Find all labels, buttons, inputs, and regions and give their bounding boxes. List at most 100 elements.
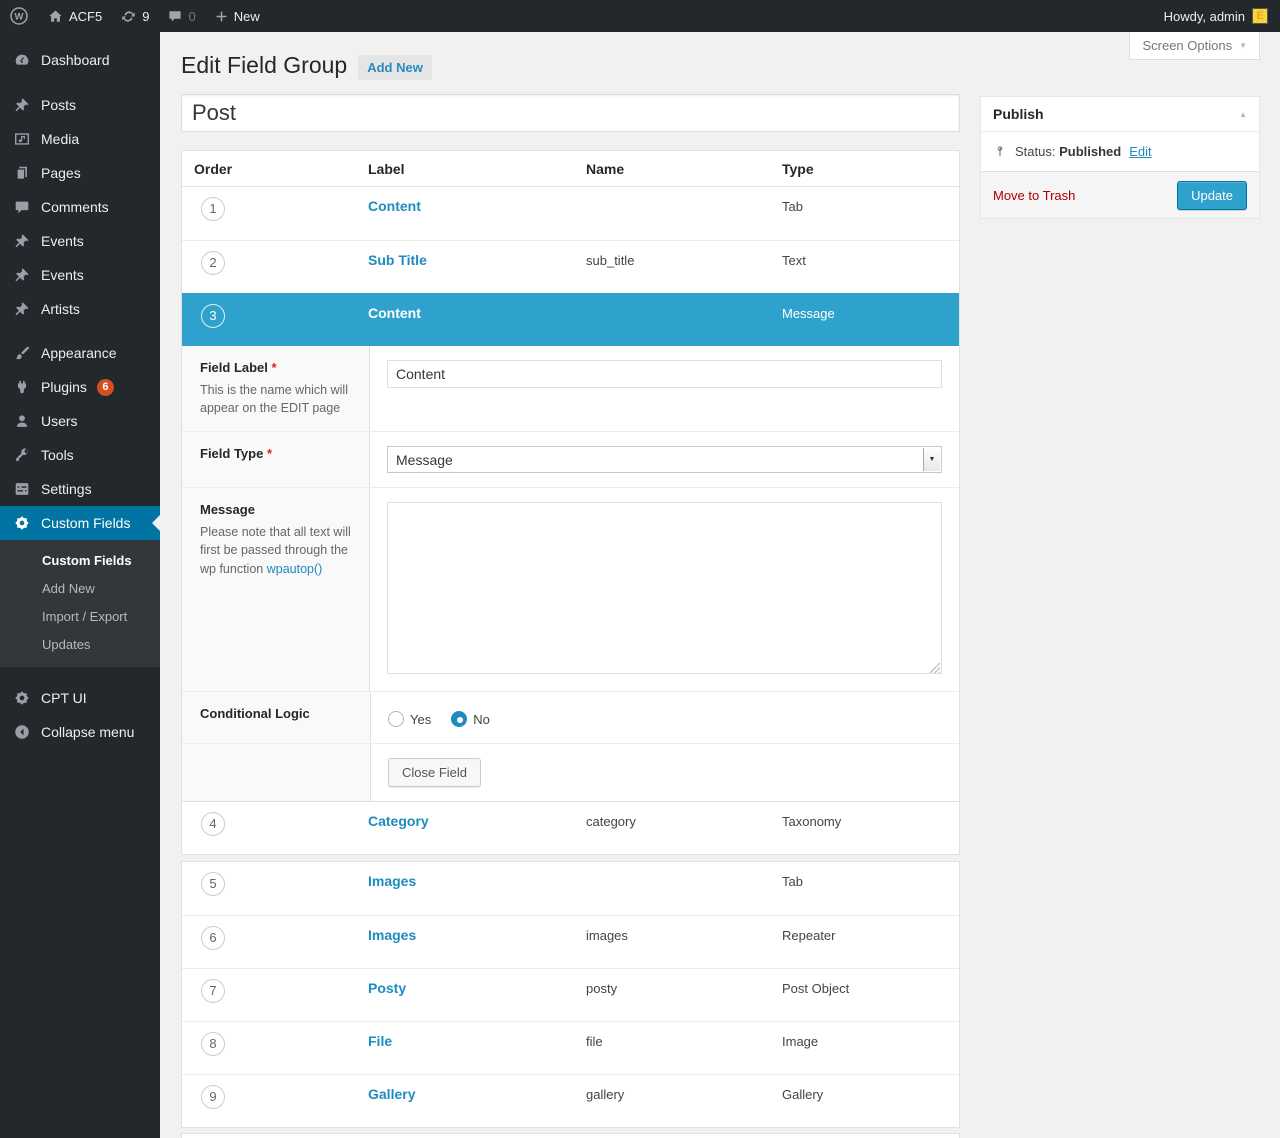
submenu-item-import-export[interactable]: Import / Export xyxy=(0,603,160,631)
field-type-cell: Tab xyxy=(782,187,959,240)
site-name-menu[interactable]: ACF5 xyxy=(38,0,111,32)
sidebar-item-posts[interactable]: Posts xyxy=(0,88,160,122)
move-to-trash-link[interactable]: Move to Trash xyxy=(993,188,1075,203)
field-order-handle[interactable]: 1 xyxy=(201,197,225,221)
submenu-item-custom-fields[interactable]: Custom Fields xyxy=(0,547,160,575)
field-row-6: 6 Images images Repeater xyxy=(182,915,959,968)
collapse-menu-button[interactable]: Collapse menu xyxy=(0,715,160,749)
account-menu[interactable]: Howdy, admin E xyxy=(1152,0,1280,32)
conditional-logic-yes-radio[interactable]: Yes xyxy=(388,711,431,727)
sidebar-item-events-2[interactable]: Events xyxy=(0,258,160,292)
field-label-link[interactable]: Sub Title xyxy=(368,252,427,268)
collapse-arrow-icon xyxy=(13,723,31,741)
sidebar-item-tools[interactable]: Tools xyxy=(0,438,160,472)
sidebar-item-cpt-ui[interactable]: CPT UI xyxy=(0,681,160,715)
comment-bubble-icon xyxy=(13,198,31,216)
add-new-button[interactable]: Add New xyxy=(358,55,432,80)
sidebar-item-artists[interactable]: Artists xyxy=(0,292,160,326)
field-label-link[interactable]: Images xyxy=(368,927,416,943)
publish-box: Publish ▲ Status: Published Edit xyxy=(980,96,1260,219)
message-textarea[interactable] xyxy=(387,502,942,674)
field-group-title-input[interactable] xyxy=(181,94,960,132)
howdy-text: Howdy, admin xyxy=(1164,9,1245,24)
column-header-type: Type xyxy=(782,161,959,177)
sidebar-item-media[interactable]: Media xyxy=(0,122,160,156)
next-section-partial xyxy=(181,1133,960,1138)
field-order-handle[interactable]: 3 xyxy=(201,304,225,328)
close-field-row-spacer xyxy=(182,744,371,801)
status-value: Published xyxy=(1059,144,1121,159)
sidebar-item-plugins[interactable]: Plugins 6 xyxy=(0,370,160,404)
field-row-5: 5 Images Tab xyxy=(182,862,959,915)
conditional-logic-no-radio[interactable]: No xyxy=(451,711,490,727)
updates-menu[interactable]: 9 xyxy=(111,0,158,32)
comments-menu[interactable]: 0 xyxy=(158,0,204,32)
sidebar-item-comments[interactable]: Comments xyxy=(0,190,160,224)
fields-table: Order Label Name Type 1 Content Tab 2 Su… xyxy=(181,150,960,855)
field-order-handle[interactable]: 4 xyxy=(201,812,225,836)
field-label-link[interactable]: File xyxy=(368,1033,392,1049)
sidebar-item-settings[interactable]: Settings xyxy=(0,472,160,506)
home-icon xyxy=(47,8,64,25)
pin-icon xyxy=(13,232,31,250)
select-dropdown-arrow-icon: ▼ xyxy=(923,448,940,471)
new-content-menu[interactable]: New xyxy=(205,0,269,32)
gear-icon xyxy=(13,514,31,532)
wordpress-logo-menu[interactable]: W xyxy=(0,0,38,32)
sidebar-item-pages[interactable]: Pages xyxy=(0,156,160,190)
close-field-button[interactable]: Close Field xyxy=(388,758,481,787)
sidebar-item-users[interactable]: Users xyxy=(0,404,160,438)
field-order-handle[interactable]: 5 xyxy=(201,872,225,896)
comment-bubble-icon xyxy=(167,8,183,24)
status-pin-icon xyxy=(993,144,1007,159)
field-type-cell: Taxonomy xyxy=(782,802,959,854)
brush-icon xyxy=(13,344,31,362)
field-order-handle[interactable]: 6 xyxy=(201,926,225,950)
field-row-7: 7 Posty posty Post Object xyxy=(182,968,959,1021)
conditional-logic-setting-label: Conditional Logic xyxy=(182,692,371,743)
field-label-link[interactable]: Gallery xyxy=(368,1086,415,1102)
wordpress-logo-icon: W xyxy=(9,6,29,26)
edit-status-link[interactable]: Edit xyxy=(1129,144,1151,159)
plugin-icon xyxy=(13,378,31,396)
pages-icon xyxy=(13,164,31,182)
admin-bar: W ACF5 9 0 New Howdy, admin E xyxy=(0,0,1280,32)
new-label: New xyxy=(234,9,260,24)
pin-icon xyxy=(13,300,31,318)
sidebar-item-custom-fields[interactable]: Custom Fields xyxy=(0,506,160,540)
sidebar-item-appearance[interactable]: Appearance xyxy=(0,336,160,370)
field-type-cell: Gallery xyxy=(782,1075,959,1127)
collapse-toggle-icon[interactable]: ▲ xyxy=(1239,110,1247,119)
screen-options-tab[interactable]: Screen Options ▼ xyxy=(1129,32,1260,60)
field-label-input[interactable] xyxy=(387,360,942,388)
sidebar-item-dashboard[interactable]: Dashboard xyxy=(0,43,160,77)
field-label-link[interactable]: Images xyxy=(368,873,416,889)
field-type-cell: Message xyxy=(782,294,959,346)
field-order-handle[interactable]: 2 xyxy=(201,251,225,275)
field-label-link[interactable]: Content xyxy=(368,198,421,214)
update-button[interactable]: Update xyxy=(1177,181,1247,210)
site-name: ACF5 xyxy=(69,9,102,24)
submenu-item-updates[interactable]: Updates xyxy=(0,631,160,659)
submenu-item-add-new[interactable]: Add New xyxy=(0,575,160,603)
field-order-handle[interactable]: 8 xyxy=(201,1032,225,1056)
field-order-handle[interactable]: 9 xyxy=(201,1085,225,1109)
sidebar-item-events-1[interactable]: Events xyxy=(0,224,160,258)
field-type-cell: Tab xyxy=(782,862,959,915)
field-name-cell: sub_title xyxy=(586,241,782,293)
content-area: Screen Options ▼ Edit Field Group Add Ne… xyxy=(160,32,1280,1138)
field-name-cell: file xyxy=(586,1022,782,1074)
field-label-link[interactable]: Category xyxy=(368,813,429,829)
field-type-setting-label: Field Type * xyxy=(182,432,370,487)
dashboard-icon xyxy=(13,51,31,69)
field-name-cell: category xyxy=(586,802,782,854)
radio-checked-icon xyxy=(451,711,467,727)
field-label-link[interactable]: Posty xyxy=(368,980,406,996)
field-type-select[interactable]: Message ▼ xyxy=(387,446,942,473)
avatar: E xyxy=(1252,8,1268,24)
field-label-link[interactable]: Content xyxy=(368,305,421,321)
field-order-handle[interactable]: 7 xyxy=(201,979,225,1003)
wpautop-link[interactable]: wpautop() xyxy=(267,562,323,576)
field-type-cell: Image xyxy=(782,1022,959,1074)
resize-grip-icon[interactable] xyxy=(929,662,940,673)
